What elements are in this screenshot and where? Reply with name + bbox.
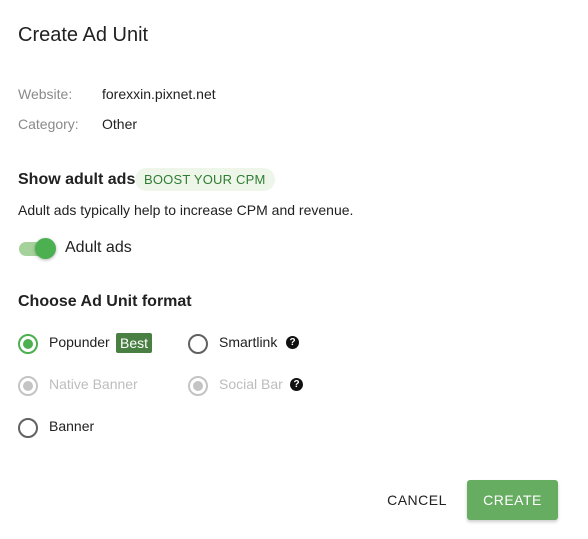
radio-disabled-icon (18, 376, 38, 396)
adult-ads-toggle[interactable] (18, 237, 58, 261)
social-bar-label: Social Bar (219, 376, 283, 392)
category-value: Other (102, 116, 138, 132)
adult-ads-section-title: Show adult ads (18, 171, 136, 188)
adult-ads-description: Adult ads typically help to increase CPM… (18, 202, 354, 218)
native-banner-label: Native Banner (49, 376, 138, 392)
help-icon[interactable]: ? (290, 378, 303, 391)
radio-checked-icon[interactable] (18, 334, 38, 354)
banner-label[interactable]: Banner (49, 418, 94, 434)
popunder-label[interactable]: Popunder (49, 334, 110, 350)
best-badge: Best (116, 333, 153, 353)
website-value: forexxin.pixnet.net (102, 86, 216, 102)
create-button[interactable]: CREATE (467, 480, 558, 520)
radio-unchecked-icon[interactable] (188, 334, 208, 354)
adult-ads-toggle-label[interactable]: Adult ads (65, 239, 132, 257)
radio-unchecked-icon[interactable] (18, 418, 38, 438)
ad-format-section-title: Choose Ad Unit format (18, 293, 192, 310)
smartlink-label[interactable]: Smartlink (219, 334, 277, 350)
boost-cpm-badge: BOOST YOUR CPM (135, 168, 275, 191)
toggle-thumb (35, 238, 56, 259)
dialog-title: Create Ad Unit (18, 24, 149, 46)
cancel-button[interactable]: CANCEL (380, 486, 454, 514)
help-icon[interactable]: ? (286, 336, 299, 349)
category-label: Category: (18, 116, 79, 132)
radio-disabled-icon (188, 376, 208, 396)
create-ad-unit-dialog: Create Ad Unit Website: forexxin.pixnet.… (0, 0, 588, 539)
website-label: Website: (18, 86, 73, 102)
